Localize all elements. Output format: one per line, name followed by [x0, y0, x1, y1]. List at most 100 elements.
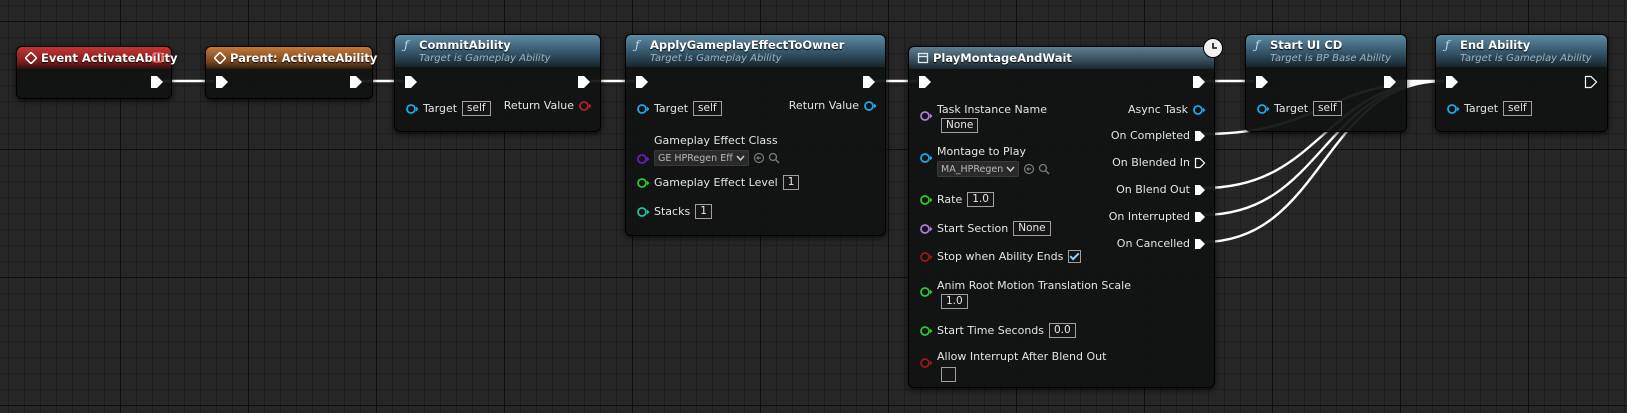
target-value-field[interactable]: self: [462, 101, 491, 116]
start-time-field[interactable]: 0.0: [1049, 323, 1076, 338]
exec-input-pin[interactable]: [1445, 75, 1459, 89]
stop-when-row: Stop when Ability Ends: [919, 250, 1082, 263]
exec-output-pin[interactable]: [150, 75, 164, 89]
exec-output-pin[interactable]: [349, 75, 363, 89]
return-value-row: Return Value: [789, 99, 877, 112]
node-header: Event ActivateAbility: [17, 47, 178, 69]
node-header: Parent: ActivateAbility: [206, 47, 378, 69]
effect-class-dropdown[interactable]: GE HPRegen Eff: [654, 150, 749, 166]
start-time-row: Start Time Seconds 0.0: [919, 323, 1076, 338]
effect-class-row: Gameplay Effect Class GE HPRegen Eff: [636, 134, 780, 166]
effect-level-field[interactable]: 1: [782, 175, 800, 190]
anim-root-label: Anim Root Motion Translation Scale: [937, 279, 1131, 292]
use-selected-arrow-icon[interactable]: [753, 152, 765, 164]
node-subtitle: Target is Gameplay Ability: [419, 53, 551, 64]
anim-root-field[interactable]: 1.0: [941, 294, 968, 309]
exec-input-pin[interactable]: [918, 75, 932, 89]
object-output-pin[interactable]: [1192, 104, 1206, 116]
object-input-pin[interactable]: [636, 103, 650, 115]
montage-value: MA_HPRegen: [941, 163, 1004, 175]
effect-class-value: GE HPRegen Eff: [658, 152, 733, 164]
bool-output-pin[interactable]: [578, 100, 592, 112]
effect-level-label: Gameplay Effect Level: [654, 176, 778, 189]
start-section-label: Start Section: [937, 222, 1009, 235]
target-label: Target: [1464, 102, 1499, 115]
node-end-ability[interactable]: ƒ End Ability Target is Gameplay Ability…: [1435, 34, 1608, 132]
node-title: Event ActivateAbility: [41, 51, 178, 65]
use-selected-arrow-icon[interactable]: [1023, 163, 1035, 175]
stacks-label: Stacks: [654, 205, 691, 218]
allow-interrupt-checkbox[interactable]: [941, 367, 956, 382]
on-blended-in-label: On Blended In: [1112, 156, 1190, 169]
chevron-down-icon: [736, 155, 745, 161]
float-input-pin[interactable]: [919, 194, 933, 206]
exec-output-pin[interactable]: [1192, 75, 1206, 89]
object-input-pin[interactable]: [1256, 103, 1270, 115]
object-input-pin[interactable]: [1446, 103, 1460, 115]
latent-clock-icon: [1203, 38, 1223, 58]
task-instance-field[interactable]: None: [941, 118, 979, 133]
effect-level-row: Gameplay Effect Level 1: [636, 175, 800, 190]
exec-output-pin[interactable]: [1383, 75, 1397, 89]
object-output-pin[interactable]: [863, 100, 877, 112]
class-input-pin[interactable]: [636, 153, 650, 165]
rate-row: Rate 1.0: [919, 192, 994, 207]
browse-search-icon[interactable]: [1038, 163, 1050, 175]
stop-when-label: Stop when Ability Ends: [937, 250, 1064, 263]
function-icon: ƒ: [1445, 38, 1450, 52]
function-icon: ƒ: [404, 38, 409, 52]
object-input-pin[interactable]: [919, 152, 933, 164]
anim-root-group: Anim Root Motion Translation Scale 1.0: [937, 279, 1131, 309]
node-subtitle: Target is Gameplay Ability: [650, 53, 782, 64]
montage-dropdown[interactable]: MA_HPRegen: [937, 161, 1020, 177]
exec-output-pin[interactable]: [1194, 184, 1206, 196]
float-input-pin[interactable]: [636, 177, 650, 189]
stacks-field[interactable]: 1: [695, 204, 712, 219]
node-commit-ability[interactable]: ƒ CommitAbility Target is Gameplay Abili…: [394, 34, 601, 132]
float-input-pin[interactable]: [919, 286, 933, 298]
exec-input-pin[interactable]: [1255, 75, 1269, 89]
task-instance-row: Task Instance Name None: [919, 103, 1047, 133]
delegate-output-icon[interactable]: [152, 52, 163, 63]
target-value-field[interactable]: self: [693, 101, 722, 116]
name-input-pin[interactable]: [919, 223, 933, 235]
node-event-activate-ability[interactable]: Event ActivateAbility: [16, 46, 178, 99]
exec-input-pin[interactable]: [635, 75, 649, 89]
target-label: Target: [423, 102, 458, 115]
browse-search-icon[interactable]: [768, 152, 780, 164]
exec-output-pin[interactable]: [577, 75, 591, 89]
node-title: Parent: ActivateAbility: [230, 51, 378, 65]
effect-class-picker: GE HPRegen Eff: [654, 150, 780, 166]
rate-field[interactable]: 1.0: [967, 192, 994, 207]
node-parent-activate-ability[interactable]: Parent: ActivateAbility: [205, 46, 378, 99]
exec-output-pin-unconnected[interactable]: [1584, 75, 1598, 89]
exec-input-pin[interactable]: [215, 75, 229, 89]
target-row: Target self: [1256, 101, 1342, 116]
stop-when-checkbox[interactable]: [1068, 250, 1082, 263]
function-icon: ƒ: [1255, 38, 1260, 52]
exec-output-pin[interactable]: [1194, 130, 1206, 142]
exec-input-pin[interactable]: [404, 75, 418, 89]
node-title: Start UI CD: [1270, 38, 1343, 52]
node-header: PlayMontageAndWait: [909, 47, 1214, 69]
node-apply-gameplay-effect-to-owner[interactable]: ƒ ApplyGameplayEffectToOwner Target is G…: [625, 34, 886, 236]
target-value-field[interactable]: self: [1503, 101, 1532, 116]
exec-output-pin-unconnected[interactable]: [1194, 157, 1206, 169]
name-input-pin[interactable]: [919, 110, 933, 122]
bool-input-pin[interactable]: [919, 357, 933, 369]
effect-class-group: Gameplay Effect Class GE HPRegen Eff: [654, 134, 780, 166]
on-completed-row: On Completed: [1111, 129, 1206, 142]
exec-output-pin[interactable]: [862, 75, 876, 89]
exec-output-pin[interactable]: [1194, 211, 1206, 223]
allow-interrupt-group: Allow Interrupt After Blend Out: [937, 350, 1106, 382]
start-section-field[interactable]: None: [1013, 221, 1051, 236]
object-input-pin[interactable]: [405, 103, 419, 115]
exec-output-pin[interactable]: [1194, 238, 1206, 250]
on-interrupted-label: On Interrupted: [1108, 210, 1190, 223]
bool-input-pin[interactable]: [919, 251, 933, 263]
target-value-field[interactable]: self: [1313, 101, 1342, 116]
int-input-pin[interactable]: [636, 206, 650, 218]
node-play-montage-and-wait[interactable]: PlayMontageAndWait Task Instance Name No…: [908, 46, 1215, 388]
float-input-pin[interactable]: [919, 325, 933, 337]
node-start-ui-cd[interactable]: ƒ Start UI CD Target is BP Base Ability …: [1245, 34, 1407, 132]
